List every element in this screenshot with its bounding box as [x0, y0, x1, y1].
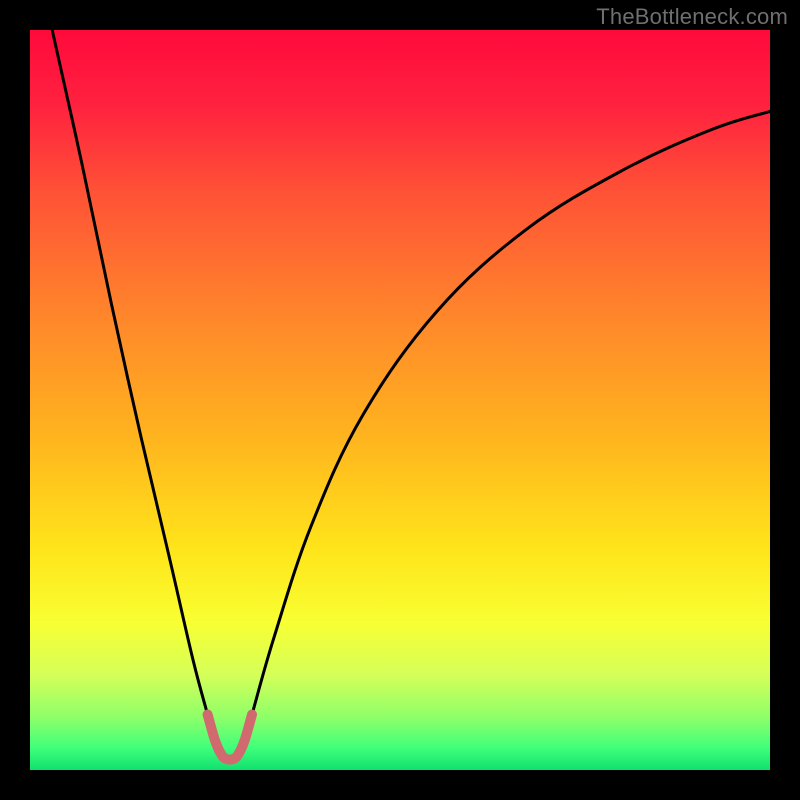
trough-accent [208, 715, 252, 760]
right-curve [237, 111, 770, 755]
background-gradient [30, 30, 770, 770]
curve-layer [30, 30, 770, 770]
watermark-text: TheBottleneck.com [596, 4, 788, 30]
left-curve [52, 30, 222, 755]
chart-frame: TheBottleneck.com [0, 0, 800, 800]
plot-area [30, 30, 770, 770]
